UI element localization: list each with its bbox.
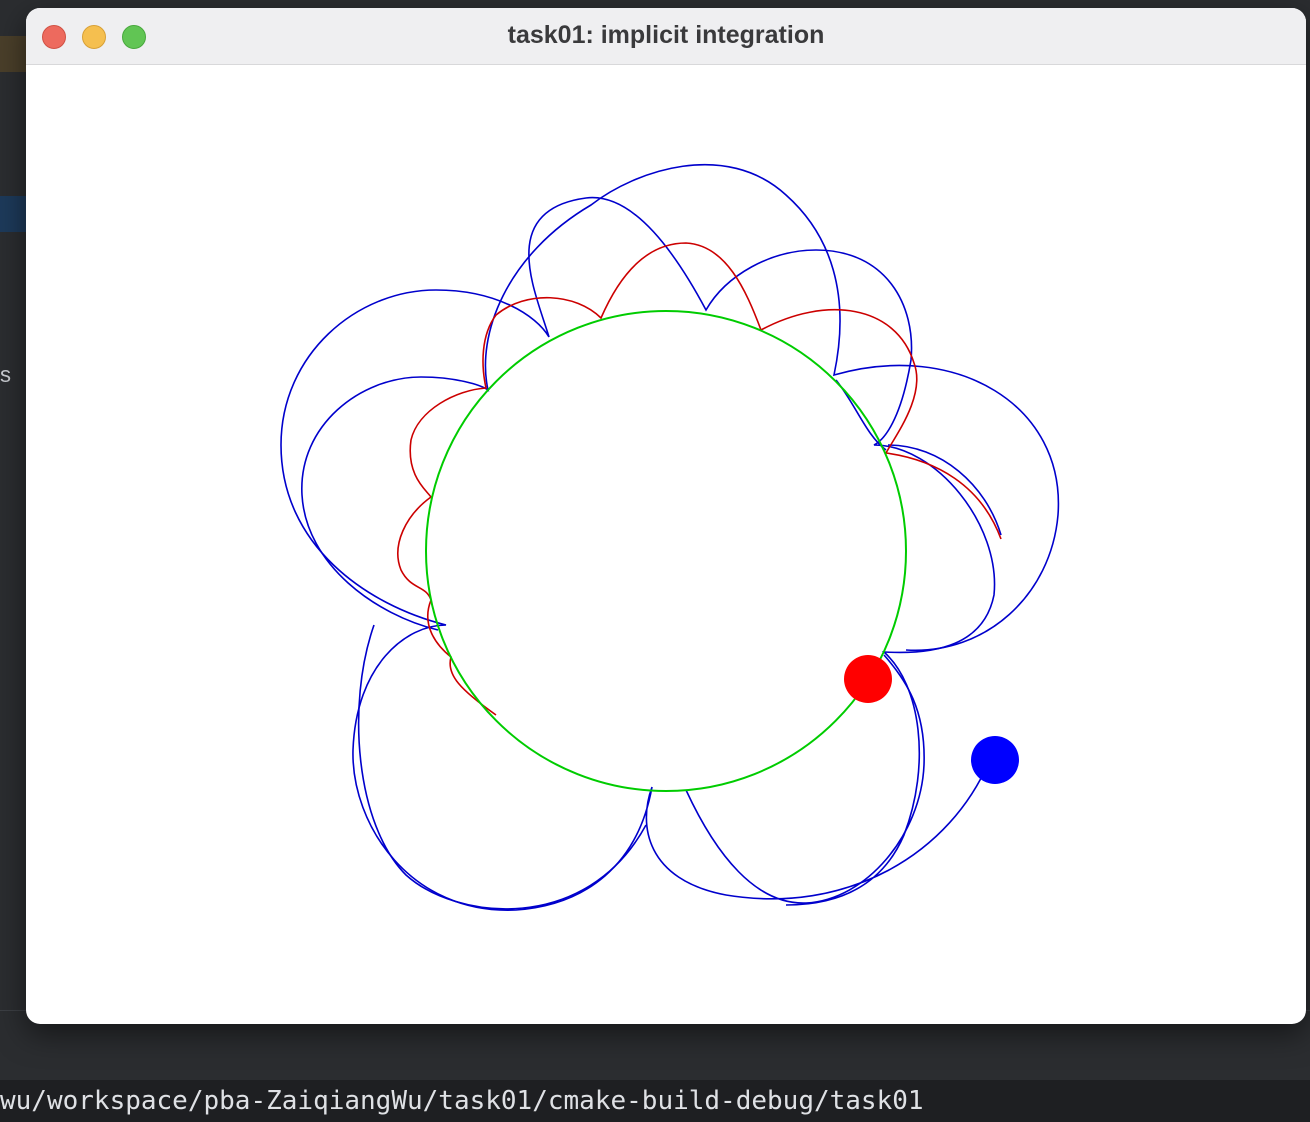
window-titlebar[interactable]: task01: implicit integration	[26, 8, 1306, 65]
window-title: task01: implicit integration	[507, 21, 825, 49]
ide-tab-fragment	[0, 36, 28, 72]
constraint-circle	[425, 310, 907, 792]
app-window[interactable]: task01: implicit integration	[26, 8, 1306, 1024]
ide-text-fragment: s	[0, 362, 11, 387]
blue-trajectory-outer-loops	[301, 163, 1060, 910]
blue-particle	[971, 736, 1019, 784]
ide-selected-row-fragment	[0, 196, 28, 232]
simulation-canvas[interactable]	[26, 65, 1306, 1024]
terminal-path-text: wu/workspace/pba-ZaiqiangWu/task01/cmake…	[0, 1086, 924, 1116]
simulation-drawing	[280, 163, 1060, 911]
terminal-output[interactable]: wu/workspace/pba-ZaiqiangWu/task01/cmake…	[0, 1080, 1310, 1122]
red-particle	[844, 655, 892, 703]
blue-trajectory	[280, 196, 996, 911]
ide-background-left	[0, 0, 26, 1010]
